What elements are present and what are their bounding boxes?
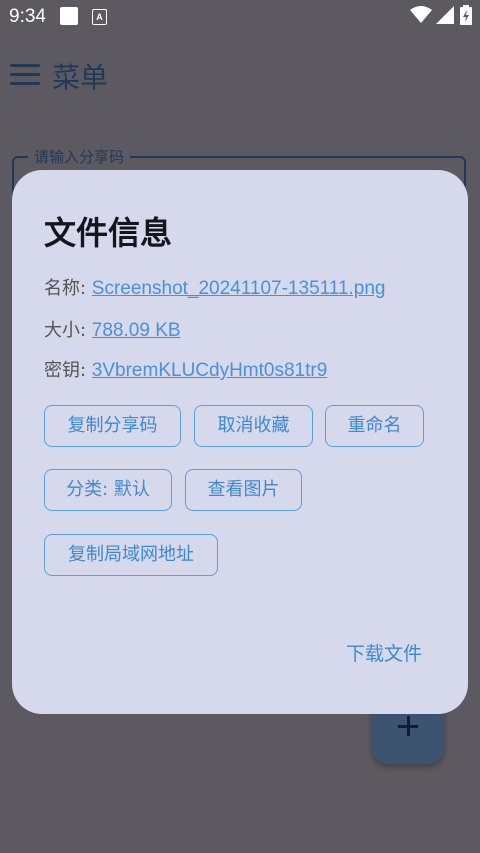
file-key-row: 密钥: 3VbremKLUCdyHmt0s81tr9 (44, 356, 327, 382)
wifi-icon (410, 6, 432, 23)
menu-icon[interactable] (10, 64, 40, 86)
dialog-title: 文件信息 (44, 214, 173, 252)
a-icon: A (92, 9, 107, 25)
share-code-input-label: 请输入分享码 (28, 146, 131, 167)
download-file-button[interactable]: 下载文件 (346, 639, 422, 666)
file-size-link[interactable]: 788.09 KB (92, 320, 181, 341)
category-button[interactable]: 分类: 默认 (44, 469, 172, 511)
file-size-row: 大小: 788.09 KB (44, 316, 181, 342)
app-bar: 菜单 (0, 50, 480, 106)
file-name-link[interactable]: Screenshot_20241107-135111.png (92, 278, 386, 299)
signal-icon (436, 6, 454, 24)
copy-share-code-button[interactable]: 复制分享码 (44, 405, 181, 447)
file-info-dialog: 文件信息 名称: Screenshot_20241107-135111.png … (12, 170, 468, 714)
battery-icon (460, 5, 472, 25)
status-time: 9:34 (9, 6, 46, 27)
status-bar: 9:34 A (0, 0, 480, 34)
file-key-link[interactable]: 3VbremKLUCdyHmt0s81tr9 (92, 360, 327, 381)
plus-icon (398, 716, 418, 736)
view-image-button[interactable]: 查看图片 (185, 469, 302, 511)
file-key-label: 密钥: (44, 360, 92, 381)
app-title: 菜单 (52, 61, 109, 94)
unfavorite-button[interactable]: 取消收藏 (194, 405, 313, 447)
file-size-label: 大小: (44, 320, 92, 341)
file-name-label: 名称: (44, 278, 92, 299)
square-icon (60, 7, 78, 25)
rename-button[interactable]: 重命名 (325, 405, 424, 447)
copy-lan-address-button[interactable]: 复制局域网地址 (44, 534, 218, 576)
file-name-row: 名称: Screenshot_20241107-135111.png (44, 274, 386, 300)
